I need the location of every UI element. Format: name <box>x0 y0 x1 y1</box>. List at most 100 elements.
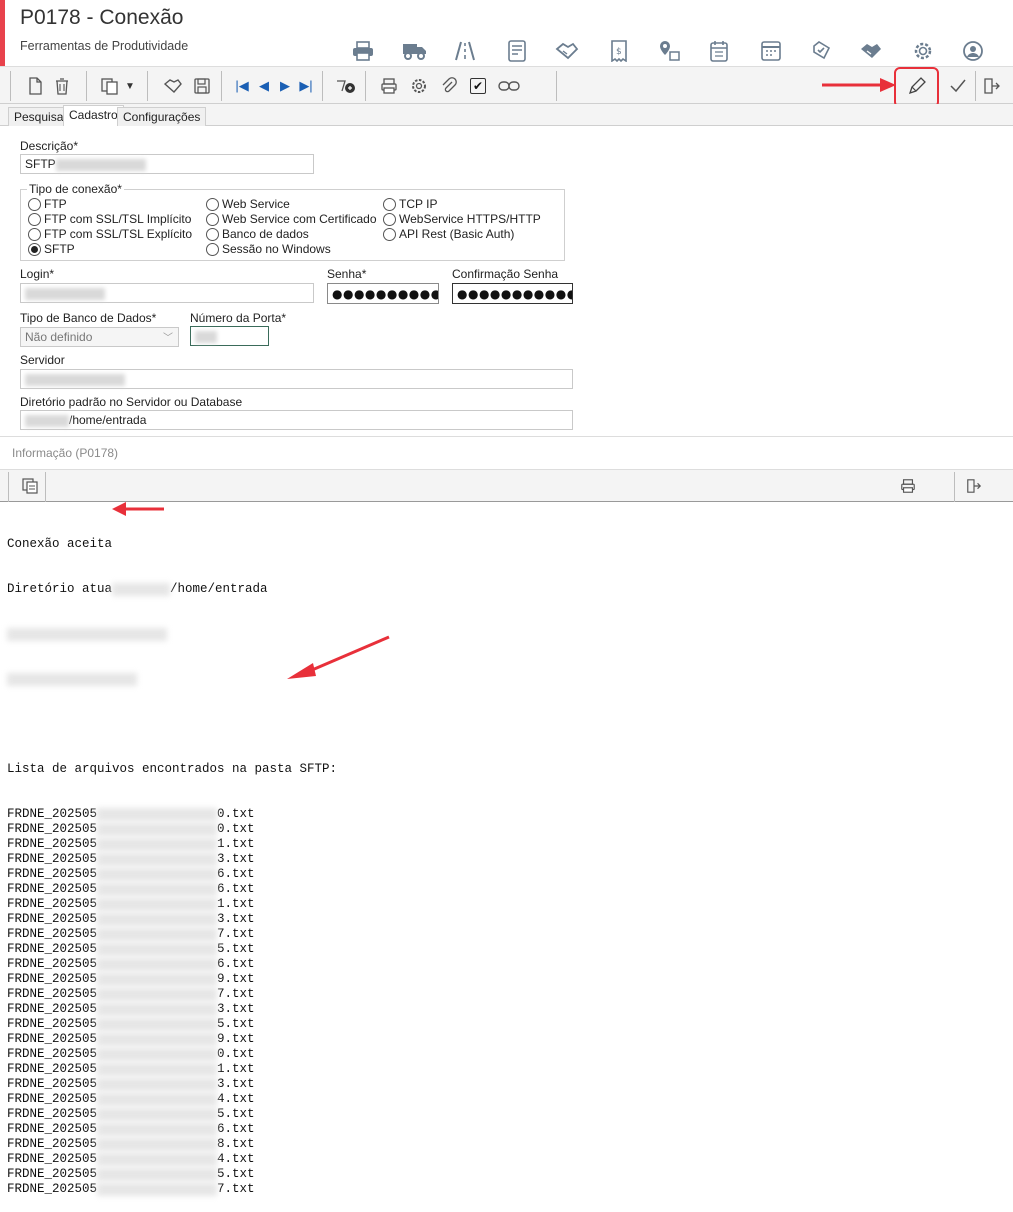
radio-banco-de-dados[interactable]: Banco de dados <box>206 227 309 241</box>
print-icon[interactable] <box>377 74 401 98</box>
handshake-icon[interactable] <box>554 38 580 64</box>
file-list-item: FRDNE_202505 1.txt <box>7 837 255 851</box>
confirmacao-senha-input[interactable]: ●●●●●●●●●●●●● <box>452 283 573 304</box>
radio-web-service-certificado[interactable]: Web Service com Certificado <box>206 212 377 226</box>
file-list-item: FRDNE_202505 5.txt <box>7 1017 255 1031</box>
login-input[interactable] <box>20 283 314 303</box>
redacted-text <box>112 583 171 596</box>
chevron-down-icon: ﹀ <box>163 333 173 344</box>
road-icon[interactable] <box>452 38 478 64</box>
save-icon[interactable] <box>190 74 214 98</box>
file-list-item: FRDNE_202505 7.txt <box>7 987 255 1001</box>
confirm-checkbox-icon[interactable]: ✔ <box>466 74 490 98</box>
redacted-text <box>97 1138 218 1151</box>
radio-ftp[interactable]: FTP <box>28 197 67 211</box>
search-record-icon[interactable] <box>334 74 358 98</box>
file-list-item: FRDNE_202505 0.txt <box>7 822 255 836</box>
porta-input[interactable] <box>190 326 269 346</box>
log-line-empty <box>7 717 337 732</box>
redacted-text <box>97 1093 218 1106</box>
copy-text-icon[interactable] <box>18 474 42 498</box>
radio-sftp[interactable]: SFTP <box>28 242 75 256</box>
last-record-icon[interactable]: ▶| <box>294 74 318 98</box>
checkmark-icon[interactable] <box>946 74 970 98</box>
page-subtitle: Ferramentas de Produtividade <box>20 39 189 53</box>
redacted-text <box>25 287 105 300</box>
tipo-banco-value: Não definido <box>25 330 93 344</box>
redacted-text <box>97 1183 218 1196</box>
file-list-item: FRDNE_202505 4.txt <box>7 1092 255 1106</box>
copy-icon[interactable] <box>98 74 122 98</box>
toolbar-separator <box>86 71 87 101</box>
file-list-item: FRDNE_202505 9.txt <box>7 972 255 986</box>
tipo-banco-select[interactable]: Não definido ﹀ <box>20 327 179 347</box>
descricao-input[interactable]: SFTP <box>20 154 314 174</box>
redacted-text <box>97 853 218 866</box>
link-icon[interactable] <box>497 74 521 98</box>
trash-icon[interactable] <box>50 74 74 98</box>
exit-icon[interactable] <box>980 74 1004 98</box>
toolbar-separator <box>8 472 9 502</box>
location-box-icon[interactable] <box>656 38 682 64</box>
checklist-icon[interactable] <box>808 38 834 64</box>
log-line: Diretório atua/home/entrada <box>7 582 268 596</box>
redacted-text <box>97 973 218 986</box>
file-list-item: FRDNE_202505 5.txt <box>7 1167 255 1181</box>
descricao-label: Descrição* <box>20 139 79 153</box>
log-output: Conexão aceita Diretório atua/home/entra… <box>7 507 337 1212</box>
svg-text:$: $ <box>616 47 622 57</box>
finance-doc-icon[interactable] <box>504 38 530 64</box>
radio-ftp-ssl-explicito[interactable]: FTP com SSL/TSL Explícito <box>28 227 192 241</box>
info-print-icon[interactable] <box>896 474 920 498</box>
diretorio-value: /home/entrada <box>69 413 147 427</box>
tab-configuracoes[interactable]: Configurações <box>117 107 207 126</box>
radio-ftp-ssl-implicito[interactable]: FTP com SSL/TSL Implícito <box>28 212 191 226</box>
radio-tcp-ip[interactable]: TCP IP <box>383 197 437 211</box>
file-list-item: FRDNE_202505 1.txt <box>7 897 255 911</box>
toolbar-separator <box>954 472 955 502</box>
file-list-item: FRDNE_202505 3.txt <box>7 1002 255 1016</box>
truck-icon[interactable] <box>402 38 428 64</box>
senha-input[interactable]: ●●●●●●●●●●●●● <box>327 283 439 304</box>
handshake-small-icon[interactable] <box>161 74 185 98</box>
settings-icon[interactable] <box>407 74 431 98</box>
redacted-text <box>97 838 218 851</box>
redacted-text <box>97 1033 218 1046</box>
printer-icon[interactable] <box>350 38 376 64</box>
invoice-icon[interactable]: $ <box>606 38 632 64</box>
calendar-icon[interactable] <box>706 38 732 64</box>
attach-icon[interactable] <box>437 74 461 98</box>
file-list-item: FRDNE_202505 5.txt <box>7 1107 255 1121</box>
chevron-down-icon[interactable]: ▼ <box>122 74 138 98</box>
redacted-text <box>97 1048 218 1061</box>
info-exit-icon[interactable] <box>962 474 986 498</box>
tab-cadastro[interactable]: Cadastro <box>63 105 124 127</box>
file-list-item: FRDNE_202505 0.txt <box>7 807 255 821</box>
toolbar-separator <box>10 71 11 101</box>
annotation-highlight-box <box>894 67 939 108</box>
radio-sessao-windows[interactable]: Sessão no Windows <box>206 242 331 256</box>
radio-webservice-https[interactable]: WebService HTTPS/HTTP <box>383 212 541 226</box>
toolbar-separator <box>147 71 148 101</box>
redacted-text <box>55 158 146 171</box>
file-list-item: FRDNE_202505 3.txt <box>7 852 255 866</box>
confirmacao-senha-label: Confirmação Senha <box>452 267 559 281</box>
diretorio-input[interactable]: /home/entrada <box>20 410 573 430</box>
radio-web-service[interactable]: Web Service <box>206 197 290 211</box>
file-list-item: FRDNE_202505 7.txt <box>7 1182 255 1196</box>
log-line: Lista de arquivos encontrados na pasta S… <box>7 762 338 776</box>
module-icon-bar: $ <box>348 36 988 66</box>
grid-calendar-icon[interactable] <box>758 38 784 64</box>
first-record-icon[interactable]: |◀ <box>230 74 254 98</box>
redacted-text <box>97 868 218 881</box>
new-document-icon[interactable] <box>23 74 47 98</box>
toolbar-separator <box>556 71 557 101</box>
deal-icon[interactable] <box>858 38 884 64</box>
gear-icon[interactable] <box>910 38 936 64</box>
radio-api-rest[interactable]: API Rest (Basic Auth) <box>383 227 514 241</box>
servidor-input[interactable] <box>20 369 573 389</box>
tab-pesquisa[interactable]: Pesquisa <box>8 107 70 126</box>
accent-bar <box>0 0 5 66</box>
user-icon[interactable] <box>960 38 986 64</box>
file-list-item: FRDNE_202505 3.txt <box>7 912 255 926</box>
